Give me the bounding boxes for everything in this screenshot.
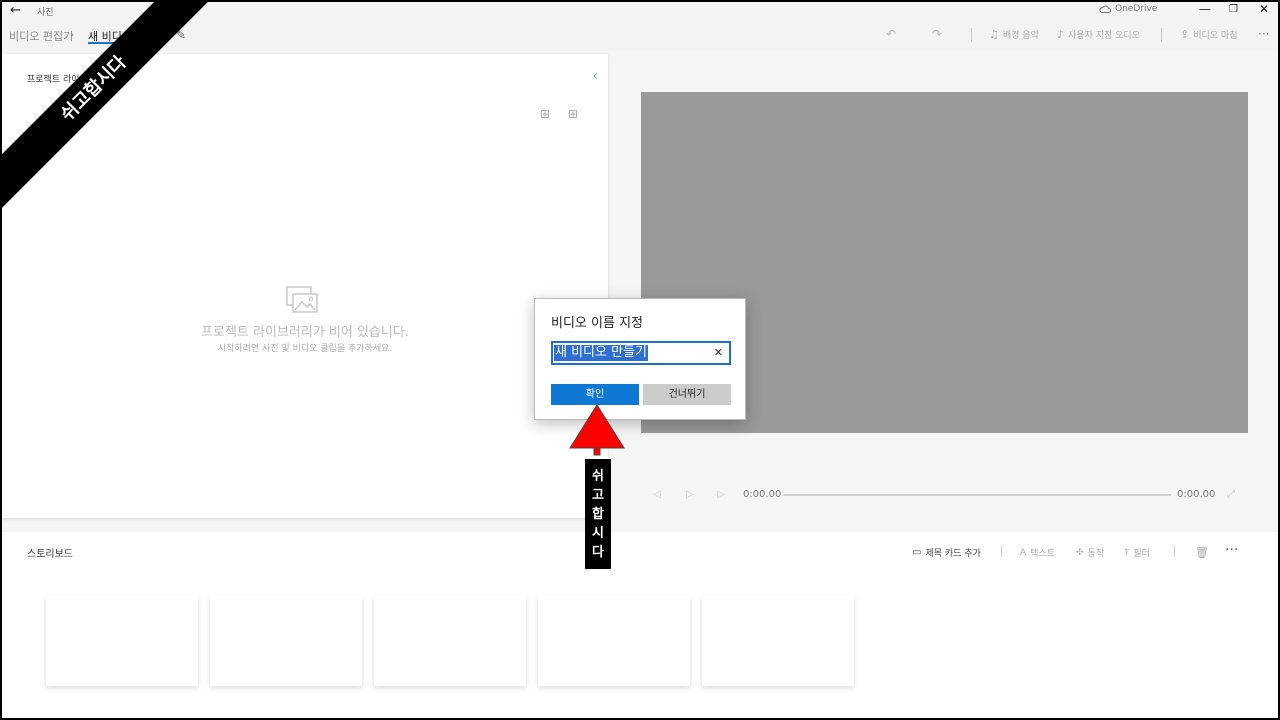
delete-trash-icon[interactable]: 🗑 [1195,546,1209,559]
total-time: 0:00.00 [1177,489,1216,500]
music-note-icon: ♫ [989,28,999,41]
text-label: 텍스트 [1030,549,1056,559]
command-bar: 비디오 편집기 › 새 비디오 ✎ ↶ ↷ ♫ 배경 음악 ♪ 사용자 지정 오… [0,22,1280,50]
filters-label: 필터 [1133,549,1150,559]
vertical-annotation-label: 쉬 고 합 시 다 [585,459,611,569]
empty-library-title: 프로젝트 라이브러리가 비어 있습니다. [201,325,409,340]
share-icon: ⇪ [1180,28,1190,41]
storyboard-slot[interactable] [210,596,362,686]
breadcrumb-video-editor[interactable]: 비디오 편집기 [9,28,73,44]
motion-icon: ✣ [1076,547,1084,558]
undo-icon[interactable]: ↶ [886,27,896,41]
vertical-char: 시 [592,525,604,541]
finish-video-button[interactable]: ⇪ 비디오 마침 [1180,28,1237,41]
background-music-button[interactable]: ♫ 배경 음악 [989,28,1039,41]
motion-label: 동작 [1087,549,1105,559]
seek-bar[interactable] [783,494,1171,496]
vertical-char: 합 [592,506,604,522]
empty-photos-icon [286,286,318,313]
collapse-chevron-icon[interactable]: ‹ [592,68,598,84]
previous-frame-icon[interactable]: ◁ [653,489,661,500]
motion-button[interactable]: ✣ 동작 [1076,546,1105,560]
app-name: 사진 [37,8,54,18]
vertical-char: 다 [592,544,604,560]
onedrive-status[interactable]: OneDrive [1099,4,1157,14]
custom-audio-label: 사용자 지정 오디오 [1068,31,1140,41]
fullscreen-icon[interactable]: ⤢ [1227,489,1235,500]
custom-audio-button[interactable]: ♪ 사용자 지정 오디오 [1057,28,1140,41]
breadcrumb-chevron-icon: › [70,28,75,41]
add-title-card-button[interactable]: ▭ 제목 카드 추가 [912,546,981,559]
title-card-icon: ▭ [912,547,922,558]
play-icon[interactable]: ▷ [686,489,694,500]
vertical-char: 고 [592,487,604,503]
storyboard-slot[interactable] [538,596,690,686]
current-time: 0:00.00 [743,489,782,500]
cloud-icon [1099,5,1111,13]
clear-input-icon[interactable]: ✕ [714,346,723,359]
video-name-input[interactable]: 새 비디오 만들기 ✕ [551,341,731,365]
storyboard-slot[interactable] [374,596,526,686]
back-arrow-icon[interactable]: ← [10,3,21,18]
close-icon[interactable]: ✕ [1259,2,1269,16]
vertical-char: 쉬 [592,468,604,484]
add-title-card-label: 제목 카드 추가 [925,549,981,559]
custom-audio-icon: ♪ [1057,28,1065,41]
project-library-panel: 프로젝트 라이브러리 ‹ ⊞ ⊞ 프로젝트 라이브러리가 비어 있습니다. 시작… [2,54,608,518]
redo-icon[interactable]: ↷ [932,27,942,41]
more-options-icon[interactable]: ··· [1258,27,1269,41]
skip-button[interactable]: 건너뛰기 [643,384,731,405]
grid-large-icon[interactable]: ⊞ [540,107,550,121]
minimize-icon[interactable]: — [1199,2,1211,16]
storyboard-more-icon[interactable]: ··· [1225,542,1238,558]
storyboard-title: 스토리보드 [27,549,73,560]
red-arrow-icon [569,404,625,456]
grid-small-icon[interactable]: ⊞ [568,107,578,121]
ok-button[interactable]: 확인 [551,384,639,405]
background-music-label: 배경 음악 [1002,31,1039,41]
storyboard-slot[interactable] [702,596,854,686]
onedrive-label: OneDrive [1115,4,1158,14]
text-icon: A [1020,547,1027,558]
restore-icon[interactable]: ❐ [1229,4,1238,15]
empty-library-subtitle: 시작하려면 사진 및 비디오 클립을 추가하세요. [217,344,393,354]
storyboard-slot[interactable] [46,596,198,686]
dialog-title: 비디오 이름 지정 [551,316,643,331]
video-name-value[interactable]: 새 비디오 만들기 [554,345,648,361]
text-button[interactable]: A 텍스트 [1020,546,1056,560]
next-frame-icon[interactable]: ▷ [717,489,725,500]
filters-button[interactable]: ⍒ 필터 [1124,546,1150,560]
name-video-dialog: 비디오 이름 지정 새 비디오 만들기 ✕ 확인 건너뛰기 [534,298,746,420]
finish-video-label: 비디오 마침 [1193,31,1238,41]
filter-icon: ⍒ [1124,547,1130,558]
